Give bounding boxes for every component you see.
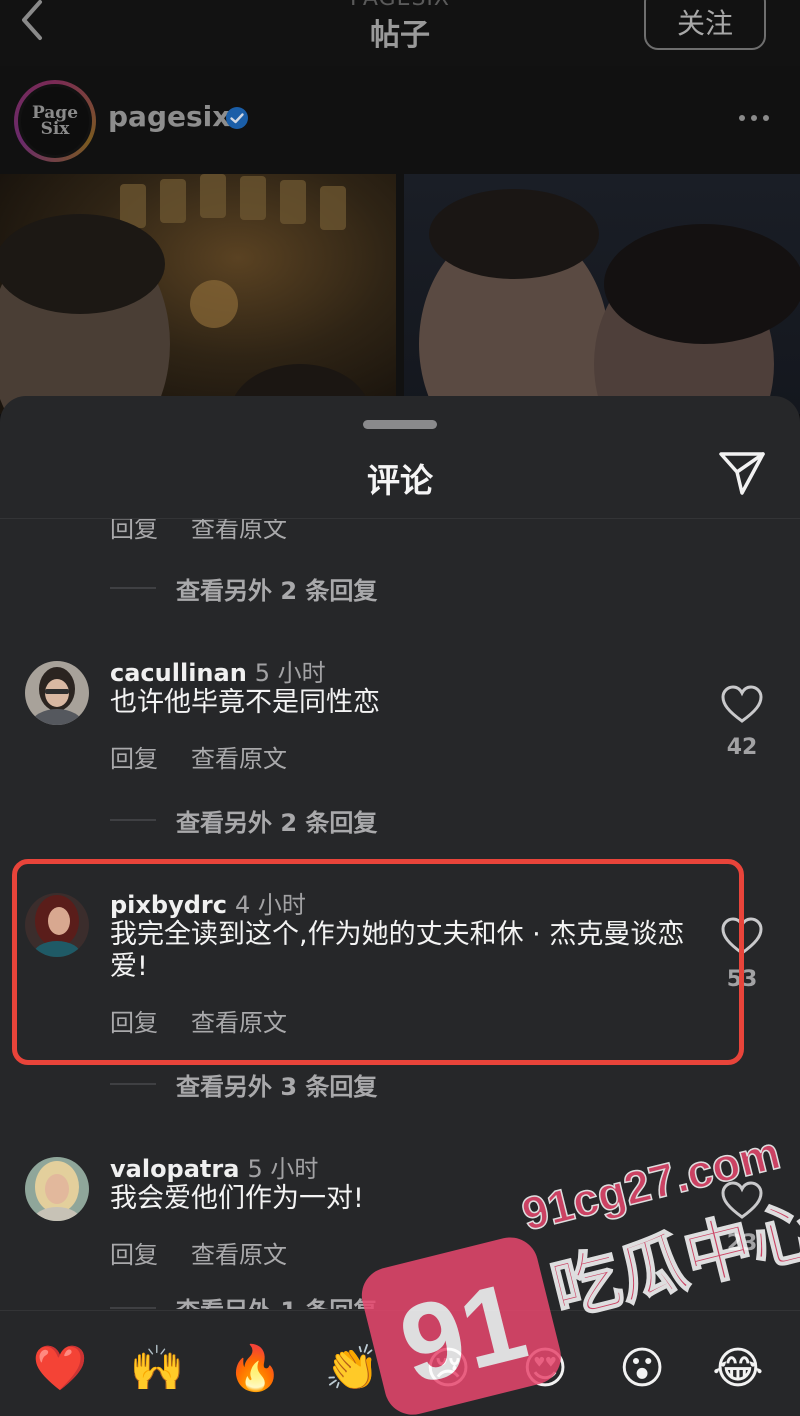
see-original-button[interactable]: 查看原文 [191,519,287,544]
comment-time: 5 小时 [247,1155,319,1183]
highlight-annotation [12,859,744,1065]
comment-time: 5 小时 [254,659,326,687]
sheet-title: 评论 [367,461,433,500]
account-avatar[interactable]: Page Six [14,80,96,162]
view-more-replies[interactable]: 查看另外 3 条回复 [110,1067,510,1101]
see-original-button[interactable]: 查看原文 [191,739,287,774]
view-more-replies[interactable]: 查看另外 1 条回复 [110,1291,510,1309]
emoji-fire[interactable]: 🔥 [225,1339,285,1399]
see-original-button[interactable]: 查看原文 [191,1235,287,1270]
reply-thread-line [110,1083,156,1085]
view-more-replies[interactable]: 查看另外 2 条回复 [110,803,510,837]
reply-thread-line [110,587,156,589]
like-count: 23 [726,1231,758,1256]
comment-text: 我会爱他们作为一对! [110,1183,364,1214]
photo-left [0,174,396,414]
comment-actions: 回复 查看原文 [110,1235,320,1270]
post-photo[interactable] [0,174,800,414]
send-icon[interactable] [718,450,766,496]
comment-actions: 回复 查看原文 [110,739,320,774]
emoji-heart-eyes[interactable]: 😍 [515,1339,575,1399]
heart-icon[interactable] [720,685,764,725]
reply-button[interactable]: 回复 [110,739,158,774]
like-count: 42 [726,735,758,760]
avatar[interactable] [25,1157,89,1221]
view-more-replies[interactable]: 查看另外 2 条回复 [110,571,510,605]
comment-text: 也许他毕竟不是同性恋 [110,687,380,718]
drag-handle[interactable] [363,420,437,429]
comment-author[interactable]: cacullinan 5 小时 [110,653,326,688]
emoji-heart[interactable]: ❤️ [30,1339,90,1399]
reply-button[interactable]: 回复 [110,519,158,544]
follow-button[interactable]: 关注 [644,0,766,50]
emoji-laughing[interactable]: 😂 [708,1339,768,1399]
comment-actions: 回复 查看原文 [110,519,320,544]
post-header: Page Six pagesix [0,66,800,174]
verified-badge-icon [226,107,248,129]
reply-button[interactable]: 回复 [110,1235,158,1270]
emoji-reaction-bar: ❤️ 🙌 🔥 👏 😢 😍 😮 😂 [0,1310,800,1416]
emoji-clap[interactable]: 👏 [322,1339,382,1399]
comment-author[interactable]: valopatra 5 小时 [110,1149,318,1184]
more-options-icon[interactable] [736,106,772,130]
avatar-logo: Page Six [18,84,92,158]
reply-thread-line [110,819,156,821]
heart-icon[interactable] [720,1181,764,1221]
photo-right [404,174,800,414]
reply-thread-line [110,1307,156,1309]
emoji-crying[interactable]: 😢 [418,1339,478,1399]
account-name[interactable]: pagesix [108,100,230,133]
avatar[interactable] [25,661,89,725]
top-bar: PAGESIX 帖子 关注 [0,0,800,66]
emoji-surprised[interactable]: 😮 [612,1339,672,1399]
emoji-raising-hands[interactable]: 🙌 [127,1339,187,1399]
